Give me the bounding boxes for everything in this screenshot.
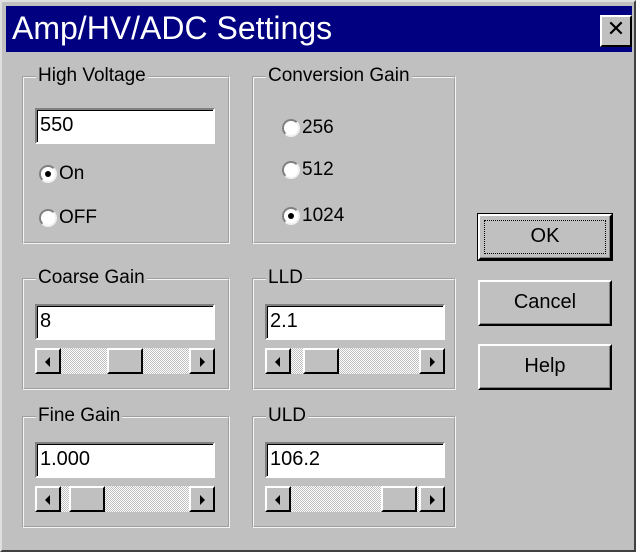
cancel-button[interactable]: Cancel	[478, 280, 612, 326]
fine-gain-label: Fine Gain	[36, 404, 123, 428]
conversion-gain-1024-label: 1024	[302, 205, 345, 226]
fine-gain-scroll-left-button[interactable]	[35, 486, 61, 512]
coarse-gain-scroll-thumb[interactable]	[107, 348, 143, 374]
conversion-gain-512-option[interactable]: 512	[282, 159, 402, 186]
conversion-gain-group: Conversion Gain 256 512 1024	[252, 64, 456, 244]
lld-input[interactable]: 2.1	[265, 304, 445, 340]
high-voltage-on-label: On	[59, 163, 85, 184]
lld-group: LLD 2.1	[252, 266, 456, 390]
coarse-gain-group: Coarse Gain 8	[22, 266, 230, 390]
ok-button[interactable]: OK	[477, 213, 613, 261]
conversion-gain-label: Conversion Gain	[266, 64, 412, 88]
lld-scrollbar[interactable]	[265, 348, 445, 374]
fine-gain-scrollbar[interactable]	[35, 486, 215, 512]
high-voltage-on-radio[interactable]	[39, 165, 57, 183]
title-bar[interactable]: Amp/HV/ADC Settings ✕	[6, 6, 632, 52]
uld-group: ULD 106.2	[252, 404, 456, 528]
conversion-gain-1024-radio[interactable]	[282, 207, 300, 225]
conversion-gain-256-option[interactable]: 256	[282, 117, 402, 144]
arrow-right-icon	[200, 495, 205, 505]
cancel-button-label: Cancel	[513, 291, 577, 313]
fine-gain-scroll-right-button[interactable]	[189, 486, 215, 512]
window-title: Amp/HV/ADC Settings	[12, 10, 333, 46]
conversion-gain-512-radio[interactable]	[282, 161, 300, 179]
fine-gain-scroll-thumb[interactable]	[69, 486, 105, 512]
fine-gain-group: Fine Gain 1.000	[22, 404, 230, 528]
coarse-gain-scroll-left-button[interactable]	[35, 348, 61, 374]
fine-gain-input[interactable]: 1.000	[35, 442, 215, 478]
uld-label: ULD	[266, 404, 309, 428]
help-button[interactable]: Help	[478, 344, 612, 390]
uld-input[interactable]: 106.2	[265, 442, 445, 478]
close-button[interactable]: ✕	[600, 15, 632, 47]
conversion-gain-512-label: 512	[302, 159, 334, 180]
settings-dialog: Amp/HV/ADC Settings ✕ High Voltage 550 O…	[0, 0, 636, 552]
lld-scroll-right-button[interactable]	[419, 348, 445, 374]
arrow-left-icon	[275, 357, 280, 367]
uld-scrollbar[interactable]	[265, 486, 445, 512]
high-voltage-input[interactable]: 550	[35, 108, 215, 144]
arrow-left-icon	[45, 357, 50, 367]
conversion-gain-256-radio[interactable]	[282, 119, 300, 137]
uld-scroll-right-button[interactable]	[419, 486, 445, 512]
high-voltage-group: High Voltage 550 On OFF	[22, 64, 230, 244]
coarse-gain-scroll-right-button[interactable]	[189, 348, 215, 374]
conversion-gain-256-label: 256	[302, 117, 334, 138]
arrow-right-icon	[430, 357, 435, 367]
help-button-label: Help	[524, 355, 566, 377]
uld-scroll-thumb[interactable]	[381, 486, 417, 512]
lld-scroll-thumb[interactable]	[303, 348, 339, 374]
coarse-gain-label: Coarse Gain	[36, 266, 147, 290]
lld-scroll-left-button[interactable]	[265, 348, 291, 374]
ok-button-label: OK	[530, 225, 560, 247]
arrow-left-icon	[275, 495, 280, 505]
arrow-right-icon	[200, 357, 205, 367]
close-icon: ✕	[606, 17, 626, 42]
coarse-gain-scrollbar[interactable]	[35, 348, 215, 374]
high-voltage-label: High Voltage	[36, 64, 148, 88]
coarse-gain-input[interactable]: 8	[35, 304, 215, 340]
conversion-gain-1024-option[interactable]: 1024	[282, 205, 402, 232]
arrow-left-icon	[45, 495, 50, 505]
high-voltage-off-label: OFF	[59, 207, 97, 228]
arrow-right-icon	[430, 495, 435, 505]
high-voltage-off-radio[interactable]	[39, 209, 57, 227]
uld-scroll-left-button[interactable]	[265, 486, 291, 512]
high-voltage-on-option[interactable]: On	[39, 163, 159, 190]
high-voltage-off-option[interactable]: OFF	[39, 207, 159, 234]
lld-label: LLD	[266, 266, 305, 290]
